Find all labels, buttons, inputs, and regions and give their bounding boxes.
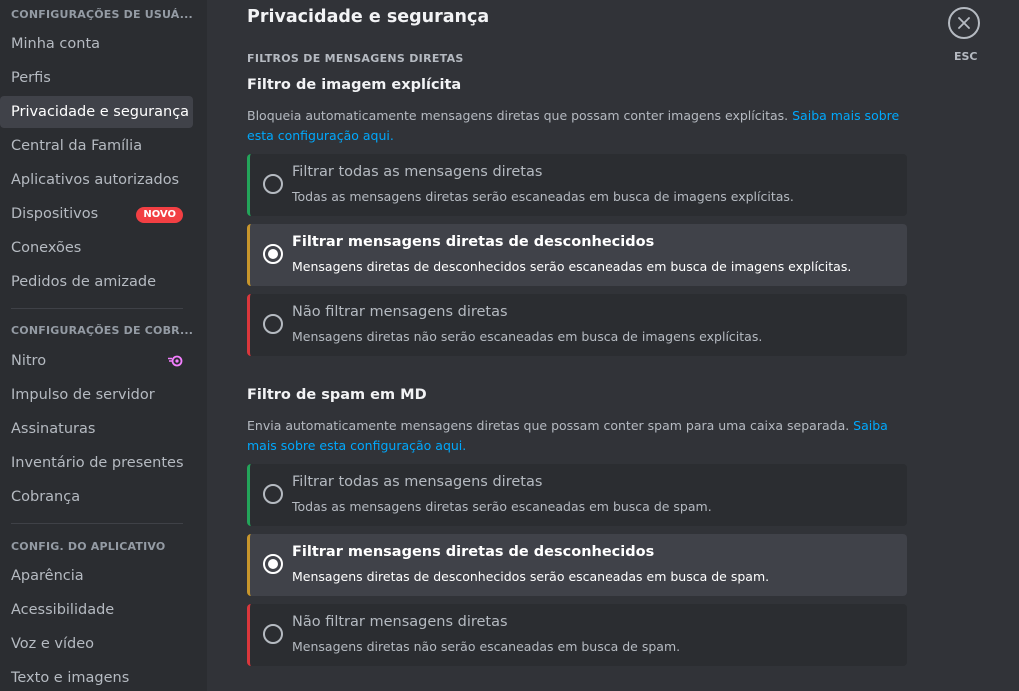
- sidebar-divider: [11, 523, 183, 524]
- sidebar-item-assinaturas[interactable]: Assinaturas: [0, 413, 193, 445]
- option-description: Todas as mensagens diretas serão escanea…: [292, 499, 712, 514]
- option-title: Filtrar todas as mensagens diretas: [292, 164, 543, 180]
- sidebar-item-label: Central da Família: [11, 138, 143, 154]
- spam-filter-description: Envia automaticamente mensagens diretas …: [247, 416, 907, 456]
- radio-button[interactable]: [263, 624, 283, 644]
- sidebar-item-dispositivos[interactable]: Dispositivos NOVO: [0, 198, 193, 230]
- sidebar-item-label: Dispositivos: [11, 206, 99, 222]
- radio-button[interactable]: [263, 174, 283, 194]
- sidebar-item-inventario[interactable]: Inventário de presentes: [0, 447, 193, 479]
- nitro-icon: [168, 355, 183, 367]
- page-title: Privacidade e segurança: [247, 7, 490, 27]
- radio-button[interactable]: [263, 314, 283, 334]
- explicit-filter-title: Filtro de imagem explícita: [247, 77, 462, 93]
- option-description: Mensagens diretas de desconhecidos serão…: [292, 259, 852, 274]
- esc-label: ESC: [954, 50, 978, 63]
- sidebar-item-privacidade[interactable]: Privacidade e segurança: [0, 96, 193, 128]
- explicit-filter-desc-text: Bloqueia automaticamente mensagens diret…: [247, 108, 793, 123]
- option-title: Não filtrar mensagens diretas: [292, 614, 508, 630]
- option-description: Mensagens diretas não serão escaneadas e…: [292, 329, 763, 344]
- sidebar-item-label: Privacidade e segurança: [11, 104, 190, 120]
- option-description: Todas as mensagens diretas serão escanea…: [292, 189, 794, 204]
- option-title: Filtrar mensagens diretas de desconhecid…: [292, 234, 655, 250]
- sidebar-item-central-familia[interactable]: Central da Família: [0, 130, 193, 162]
- sidebar-item-pedidos-amizade[interactable]: Pedidos de amizade: [0, 266, 193, 298]
- radio-button-selected[interactable]: [263, 554, 283, 574]
- radio-dot: [268, 249, 278, 259]
- sidebar-item-label: Texto e imagens: [11, 670, 130, 686]
- radio-button[interactable]: [263, 484, 283, 504]
- sidebar-item-perfis[interactable]: Perfis: [0, 62, 193, 94]
- sidebar-item-label: Aparência: [11, 568, 84, 584]
- settings-app: CONFIGURAÇÕES DE USUÁ... Minha conta Per…: [0, 0, 1019, 691]
- sidebar-item-cobranca[interactable]: Cobrança: [0, 481, 193, 513]
- sidebar-item-impulso[interactable]: Impulso de servidor: [0, 379, 193, 411]
- explicit-filter-description: Bloqueia automaticamente mensagens diret…: [247, 106, 907, 146]
- dm-filters-header: FILTROS DE MENSAGENS DIRETAS: [247, 52, 464, 65]
- spam-option-none[interactable]: Não filtrar mensagens diretas Mensagens …: [247, 604, 907, 666]
- sidebar-item-label: Cobrança: [11, 489, 81, 505]
- settings-sidebar: CONFIGURAÇÕES DE USUÁ... Minha conta Per…: [0, 0, 207, 691]
- new-badge: NOVO: [136, 207, 183, 223]
- option-description: Mensagens diretas de desconhecidos serão…: [292, 569, 770, 584]
- explicit-option-all[interactable]: Filtrar todas as mensagens diretas Todas…: [247, 154, 907, 216]
- spam-filter-title: Filtro de spam em MD: [247, 387, 427, 403]
- sidebar-item-label: Pedidos de amizade: [11, 274, 157, 290]
- app-settings-header: CONFIG. DO APLICATIVO: [11, 540, 166, 553]
- sidebar-item-aparencia[interactable]: Aparência: [0, 560, 193, 592]
- option-title: Filtrar todas as mensagens diretas: [292, 474, 543, 490]
- settings-content: Privacidade e segurança FILTROS DE MENSA…: [207, 0, 1019, 691]
- spam-filter-desc-text: Envia automaticamente mensagens diretas …: [247, 418, 854, 433]
- radio-dot: [268, 559, 278, 569]
- sidebar-item-aplicativos[interactable]: Aplicativos autorizados: [0, 164, 193, 196]
- billing-settings-header: CONFIGURAÇÕES DE COBR...: [11, 324, 194, 337]
- sidebar-item-label: Nitro: [11, 353, 47, 369]
- sidebar-item-minha-conta[interactable]: Minha conta: [0, 28, 193, 60]
- sidebar-item-voz-video[interactable]: Voz e vídeo: [0, 628, 193, 660]
- sidebar-item-conexoes[interactable]: Conexões: [0, 232, 193, 264]
- sidebar-divider: [11, 308, 183, 309]
- sidebar-item-label: Acessibilidade: [11, 602, 115, 618]
- spam-option-strangers[interactable]: Filtrar mensagens diretas de desconhecid…: [247, 534, 907, 596]
- sidebar-item-label: Minha conta: [11, 36, 101, 52]
- sidebar-item-label: Impulso de servidor: [11, 387, 155, 403]
- option-title: Filtrar mensagens diretas de desconhecid…: [292, 544, 655, 560]
- option-description: Mensagens diretas não serão escaneadas e…: [292, 639, 681, 654]
- sidebar-item-label: Perfis: [11, 70, 51, 86]
- close-icon: [958, 17, 970, 29]
- sidebar-item-label: Inventário de presentes: [11, 455, 184, 471]
- user-settings-header: CONFIGURAÇÕES DE USUÁ...: [11, 8, 193, 21]
- sidebar-item-label: Aplicativos autorizados: [11, 172, 180, 188]
- radio-button-selected[interactable]: [263, 244, 283, 264]
- option-title: Não filtrar mensagens diretas: [292, 304, 508, 320]
- sidebar-item-label: Assinaturas: [11, 421, 96, 437]
- spam-option-all[interactable]: Filtrar todas as mensagens diretas Todas…: [247, 464, 907, 526]
- explicit-option-none[interactable]: Não filtrar mensagens diretas Mensagens …: [247, 294, 907, 356]
- sidebar-item-texto-imagens[interactable]: Texto e imagens: [0, 662, 193, 691]
- sidebar-item-acessibilidade[interactable]: Acessibilidade: [0, 594, 193, 626]
- sidebar-item-label: Voz e vídeo: [11, 636, 95, 652]
- sidebar-item-nitro[interactable]: Nitro: [0, 345, 193, 377]
- sidebar-item-label: Conexões: [11, 240, 82, 256]
- explicit-option-strangers[interactable]: Filtrar mensagens diretas de desconhecid…: [247, 224, 907, 286]
- close-button[interactable]: [948, 7, 980, 39]
